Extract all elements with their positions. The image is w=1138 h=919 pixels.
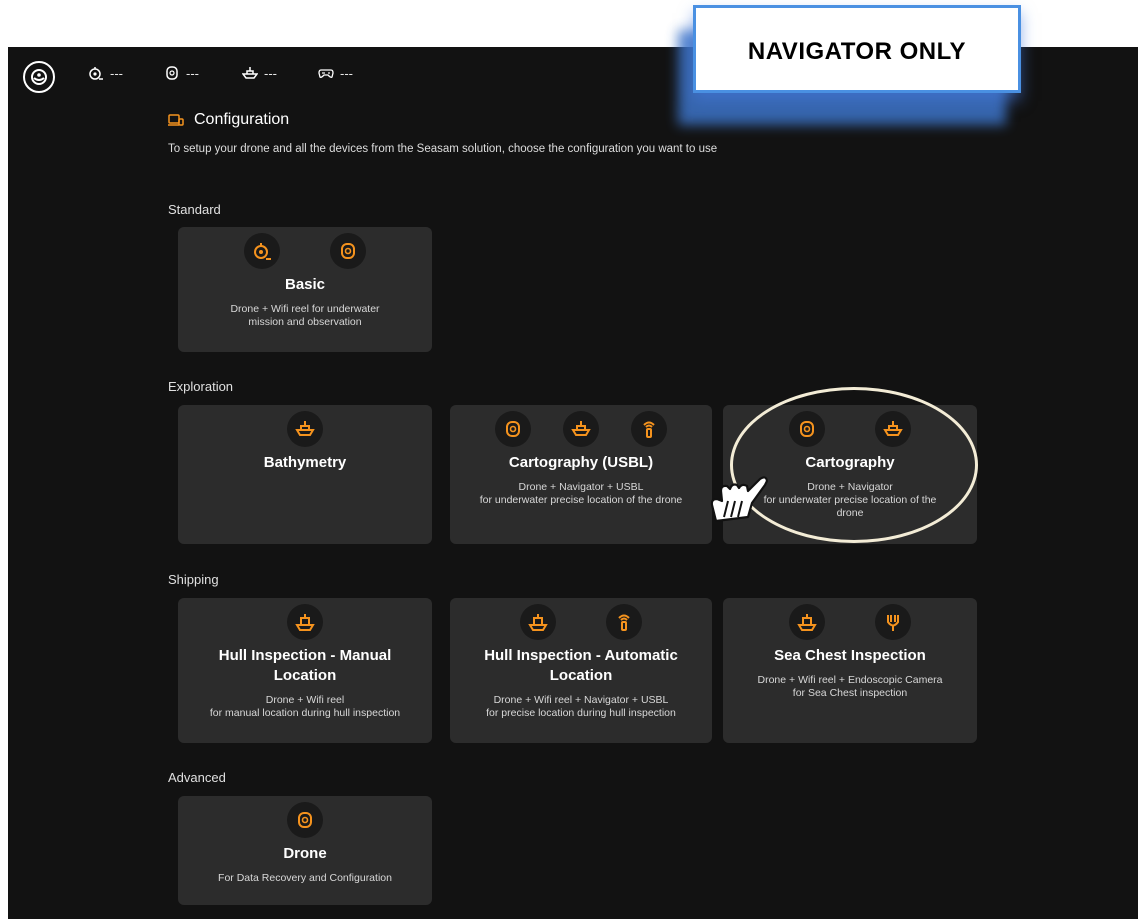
usbl-icon	[606, 604, 642, 640]
card-hull-manual-desc-line2: for manual location during hull inspecti…	[209, 707, 401, 719]
drone-icon	[287, 802, 323, 838]
configuration-icon	[168, 114, 184, 126]
navigator-icon	[563, 411, 599, 447]
section-advanced: Advanced	[168, 770, 226, 785]
seasam-logo[interactable]	[23, 61, 55, 93]
card-bathymetry-title: Bathymetry	[263, 454, 347, 471]
card-hull-manual-desc-line1: Drone + Wifi reel	[265, 694, 345, 706]
drone-icon	[330, 233, 366, 269]
endoscopic-camera-icon	[875, 604, 911, 640]
callout-text: NAVIGATOR ONLY	[747, 38, 967, 65]
card-cartography-usbl-desc-line2: for underwater precise location of the d…	[479, 494, 683, 506]
card-sea-chest-desc-line1: Drone + Wifi reel + Endoscopic Camera	[757, 674, 943, 686]
card-sea-chest[interactable]: Sea Chest Inspection Drone + Wifi reel +…	[723, 598, 977, 743]
page-title: Configuration	[168, 111, 289, 129]
section-standard: Standard	[168, 202, 221, 217]
card-hull-automatic[interactable]: Hull Inspection - Automatic Location Dro…	[450, 598, 712, 743]
seasam-logo-icon	[31, 69, 47, 85]
navigator-only-callout: NAVIGATOR ONLY	[693, 5, 1021, 93]
reel-icon	[89, 67, 103, 80]
navigator-status: ---	[242, 65, 277, 81]
gamepad-icon	[318, 69, 334, 78]
card-sea-chest-desc-line2: for Sea Chest inspection	[792, 687, 908, 699]
card-drone[interactable]: Drone For Data Recovery and Configuratio…	[178, 796, 432, 905]
drone-status: ---	[164, 65, 199, 81]
reel-status-value: ---	[110, 65, 123, 81]
card-hull-manual-desc: Drone + Wifi reel for manual location du…	[178, 694, 432, 720]
card-hull-manual-title: Hull Inspection - Manual Location	[218, 647, 392, 684]
card-hull-automatic-desc: Drone + Wifi reel + Navigator + USBL for…	[450, 694, 712, 720]
reel-status: ---	[88, 65, 123, 81]
card-sea-chest-title: Sea Chest Inspection	[774, 647, 926, 664]
pointing-hand-icon	[710, 476, 769, 523]
page-title-text: Configuration	[194, 111, 290, 128]
card-basic-desc: Drone + Wifi reel for underwater mission…	[230, 303, 380, 328]
page-description: To setup your drone and all the devices …	[168, 143, 718, 155]
card-cartography-usbl[interactable]: Cartography (USBL) Drone + Navigator + U…	[450, 405, 712, 544]
gamepad-status-value: ---	[340, 65, 353, 81]
card-cartography-usbl-title: Cartography (USBL)	[508, 454, 654, 471]
drone-icon	[495, 411, 531, 447]
drone-status-value: ---	[186, 65, 199, 81]
card-hull-manual[interactable]: Hull Inspection - Manual Location Drone …	[178, 598, 432, 743]
navigator-status-value: ---	[264, 65, 277, 81]
section-shipping: Shipping	[168, 572, 219, 587]
usbl-icon	[631, 411, 667, 447]
card-hull-automatic-desc-line2: for precise location during hull inspect…	[486, 707, 676, 719]
navigator-icon	[242, 67, 258, 79]
card-basic[interactable]: Basic Drone + Wifi reel for underwater m…	[178, 227, 432, 352]
card-drone-desc: For Data Recovery and Configuration	[218, 872, 392, 884]
ship-icon	[287, 604, 323, 640]
section-exploration: Exploration	[168, 379, 234, 394]
card-cartography-usbl-desc: Drone + Navigator + USBL for underwater …	[450, 481, 712, 507]
gamepad-status: ---	[318, 65, 353, 81]
reel-icon	[244, 233, 280, 269]
card-bathymetry[interactable]: Bathymetry	[178, 405, 432, 544]
navigator-icon	[287, 411, 323, 447]
ship-icon	[789, 604, 825, 640]
card-hull-automatic-title: Hull Inspection - Automatic Location	[484, 647, 678, 684]
app-window: --- --- --- --- Configuration To setup y…	[8, 47, 1138, 919]
drone-icon	[166, 66, 178, 80]
ship-icon	[520, 604, 556, 640]
card-basic-title: Basic	[284, 276, 326, 293]
card-drone-title: Drone	[283, 845, 327, 862]
card-cartography-usbl-desc-line1: Drone + Navigator + USBL	[518, 481, 644, 493]
card-sea-chest-desc: Drone + Wifi reel + Endoscopic Camera fo…	[723, 674, 977, 700]
card-hull-automatic-desc-line1: Drone + Wifi reel + Navigator + USBL	[493, 694, 669, 706]
